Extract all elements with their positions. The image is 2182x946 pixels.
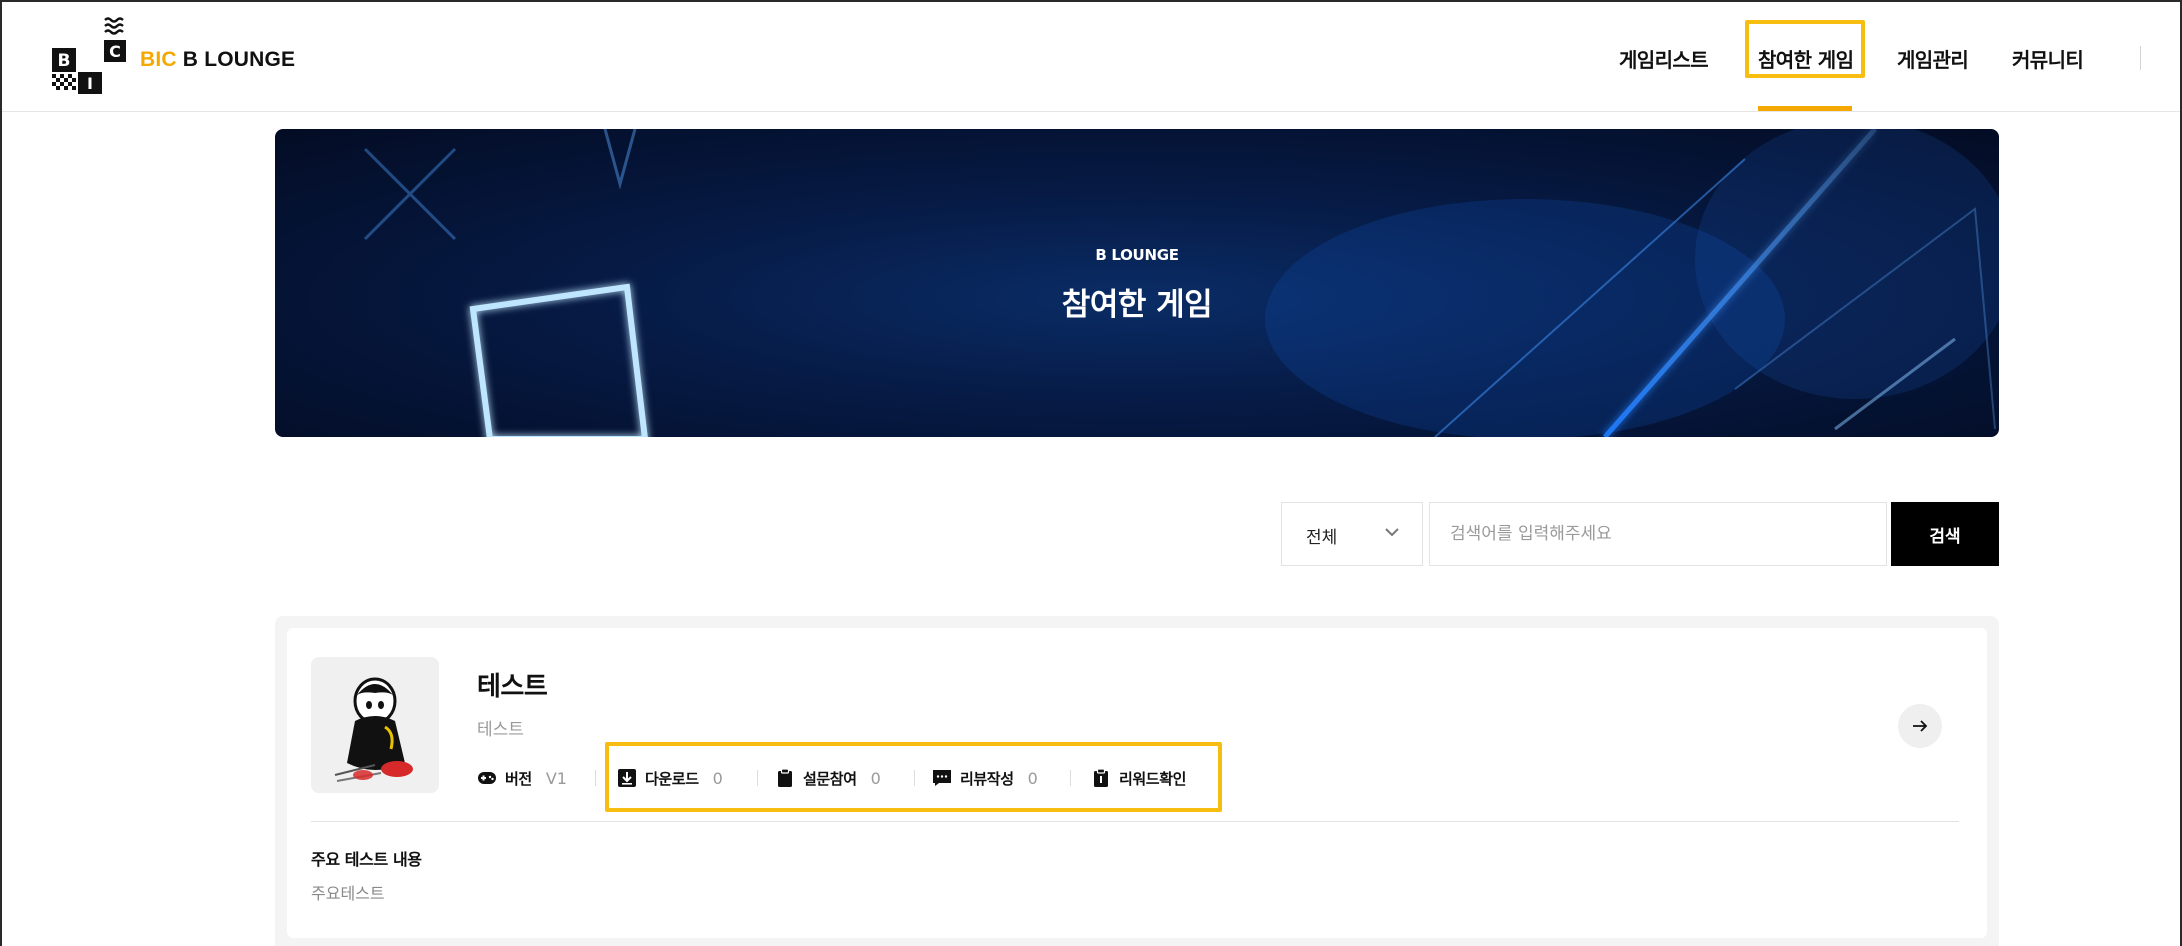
nav-active-indicator	[1758, 106, 1852, 111]
banner-subtitle: B LOUNGE	[1095, 246, 1179, 264]
chevron-down-icon	[1385, 528, 1399, 537]
game-detail-button[interactable]	[1898, 704, 1942, 748]
filter-selected-value: 전체	[1306, 528, 1338, 548]
hero-banner: B LOUNGE 참여한 게임	[275, 129, 1999, 437]
meta-divider	[595, 770, 596, 786]
top-header: C B I BIC B LOUNGE 게임리스트 참여한 게임 게임관리 커뮤니…	[2, 2, 2180, 112]
card-divider	[311, 821, 1959, 822]
game-character-image	[334, 677, 413, 782]
brand-accent: BIC	[140, 48, 177, 71]
arrow-right-icon	[1913, 720, 1928, 732]
app-frame: C B I BIC B LOUNGE 게임리스트 참여한 게임 게임관리 커뮤니…	[0, 0, 2182, 946]
banner-title: 참여한 게임	[1061, 287, 1213, 323]
svg-text:C: C	[109, 42, 121, 61]
nav-game-list[interactable]: 게임리스트	[1619, 44, 1709, 73]
test-content-label: 주요 테스트 내용	[311, 850, 422, 869]
brand-name[interactable]: BIC B LOUNGE	[140, 48, 295, 72]
game-subtitle: 테스트	[477, 720, 524, 740]
nav-divider	[2140, 46, 2141, 70]
nav-game-management[interactable]: 게임관리	[1897, 44, 1969, 73]
svg-text:B: B	[58, 51, 71, 71]
game-title[interactable]: 테스트	[477, 666, 548, 703]
version-value: V1	[545, 768, 567, 788]
bic-logo-icon[interactable]: C B I	[48, 16, 130, 96]
game-thumbnail[interactable]	[311, 657, 439, 793]
nav-community[interactable]: 커뮤니티	[2012, 44, 2084, 73]
version-label: 버전	[505, 769, 532, 788]
nav-highlight-box	[1745, 20, 1865, 78]
meta-version: 버전 V1	[477, 764, 567, 792]
svg-text:I: I	[87, 74, 93, 93]
brand-rest: B LOUNGE	[176, 48, 296, 71]
search-button[interactable]: 검색	[1891, 502, 1999, 566]
search-input[interactable]	[1429, 502, 1887, 566]
category-filter-select[interactable]: 전체	[1281, 502, 1423, 566]
test-content-value: 주요테스트	[311, 884, 385, 903]
gamepad-icon	[478, 772, 496, 784]
meta-highlight-box	[605, 742, 1222, 812]
